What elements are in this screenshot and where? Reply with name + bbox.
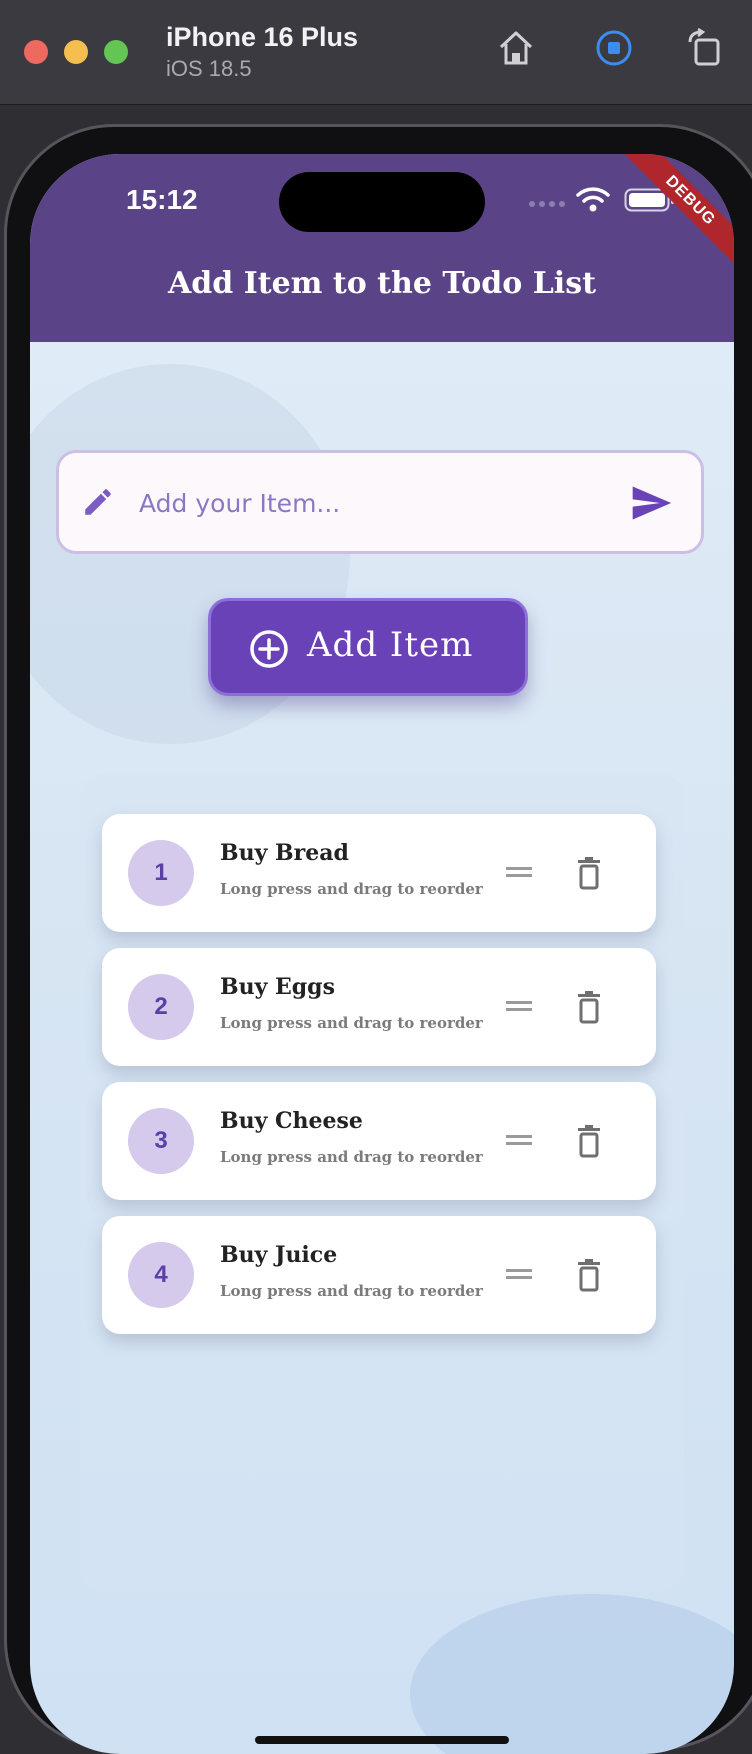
pencil-icon xyxy=(85,489,111,515)
item-hint: Long press and drag to reorder xyxy=(220,880,483,898)
delete-icon[interactable] xyxy=(574,990,604,1024)
dynamic-island xyxy=(279,172,485,232)
drag-handle-icon[interactable] xyxy=(504,1262,534,1286)
os-version: iOS 18.5 xyxy=(166,56,252,81)
add-item-button[interactable]: Add Item xyxy=(208,598,528,696)
status-time: 15:12 xyxy=(126,184,198,215)
minimize-window-button[interactable] xyxy=(64,40,88,64)
todo-item[interactable]: 3 Buy Cheese Long press and drag to reor… xyxy=(102,1082,656,1200)
todo-item[interactable]: 4 Buy Juice Long press and drag to reord… xyxy=(102,1216,656,1334)
item-title: Buy Juice xyxy=(220,1242,338,1268)
send-icon[interactable] xyxy=(629,481,673,525)
item-number-badge: 1 xyxy=(128,840,194,906)
page-title: Add Item to the Todo List xyxy=(168,266,596,301)
item-hint: Long press and drag to reorder xyxy=(220,1282,483,1300)
item-input[interactable] xyxy=(137,477,611,529)
todo-item[interactable]: 1 Buy Bread Long press and drag to reord… xyxy=(102,814,656,932)
device-name: iPhone 16 Plus xyxy=(166,22,359,52)
background-decoration xyxy=(410,1594,734,1754)
delete-icon[interactable] xyxy=(574,1124,604,1158)
delete-icon[interactable] xyxy=(574,1258,604,1292)
add-item-button-label: Add Item xyxy=(307,625,474,665)
add-item-field[interactable] xyxy=(56,450,704,554)
item-hint: Long press and drag to reorder xyxy=(220,1148,483,1166)
wifi-icon xyxy=(576,187,610,212)
rotate-icon[interactable] xyxy=(686,28,726,68)
drag-handle-icon[interactable] xyxy=(504,1128,534,1152)
item-hint: Long press and drag to reorder xyxy=(220,1014,483,1032)
app-screen: 15:12 DEBUG Add Item to the Todo List Ad… xyxy=(30,154,734,1754)
item-title: Buy Cheese xyxy=(220,1108,363,1134)
app-bar: 15:12 DEBUG Add Item to the Todo List xyxy=(30,154,734,342)
drag-handle-icon[interactable] xyxy=(504,994,534,1018)
item-number-badge: 4 xyxy=(128,1242,194,1308)
drag-handle-icon[interactable] xyxy=(504,860,534,884)
cellular-signal-icon xyxy=(529,201,565,207)
add-circle-icon xyxy=(250,630,288,668)
delete-icon[interactable] xyxy=(574,856,604,890)
item-number-badge: 2 xyxy=(128,974,194,1040)
home-indicator[interactable] xyxy=(255,1736,509,1744)
close-window-button[interactable] xyxy=(24,40,48,64)
item-title: Buy Eggs xyxy=(220,974,335,1000)
stop-recording-icon[interactable] xyxy=(594,28,634,68)
zoom-window-button[interactable] xyxy=(104,40,128,64)
home-icon[interactable] xyxy=(496,28,536,68)
todo-item[interactable]: 2 Buy Eggs Long press and drag to reorde… xyxy=(102,948,656,1066)
item-number-badge: 3 xyxy=(128,1108,194,1174)
simulator-title-bar: iPhone 16 Plus iOS 18.5 xyxy=(0,0,752,105)
item-title: Buy Bread xyxy=(220,840,349,866)
